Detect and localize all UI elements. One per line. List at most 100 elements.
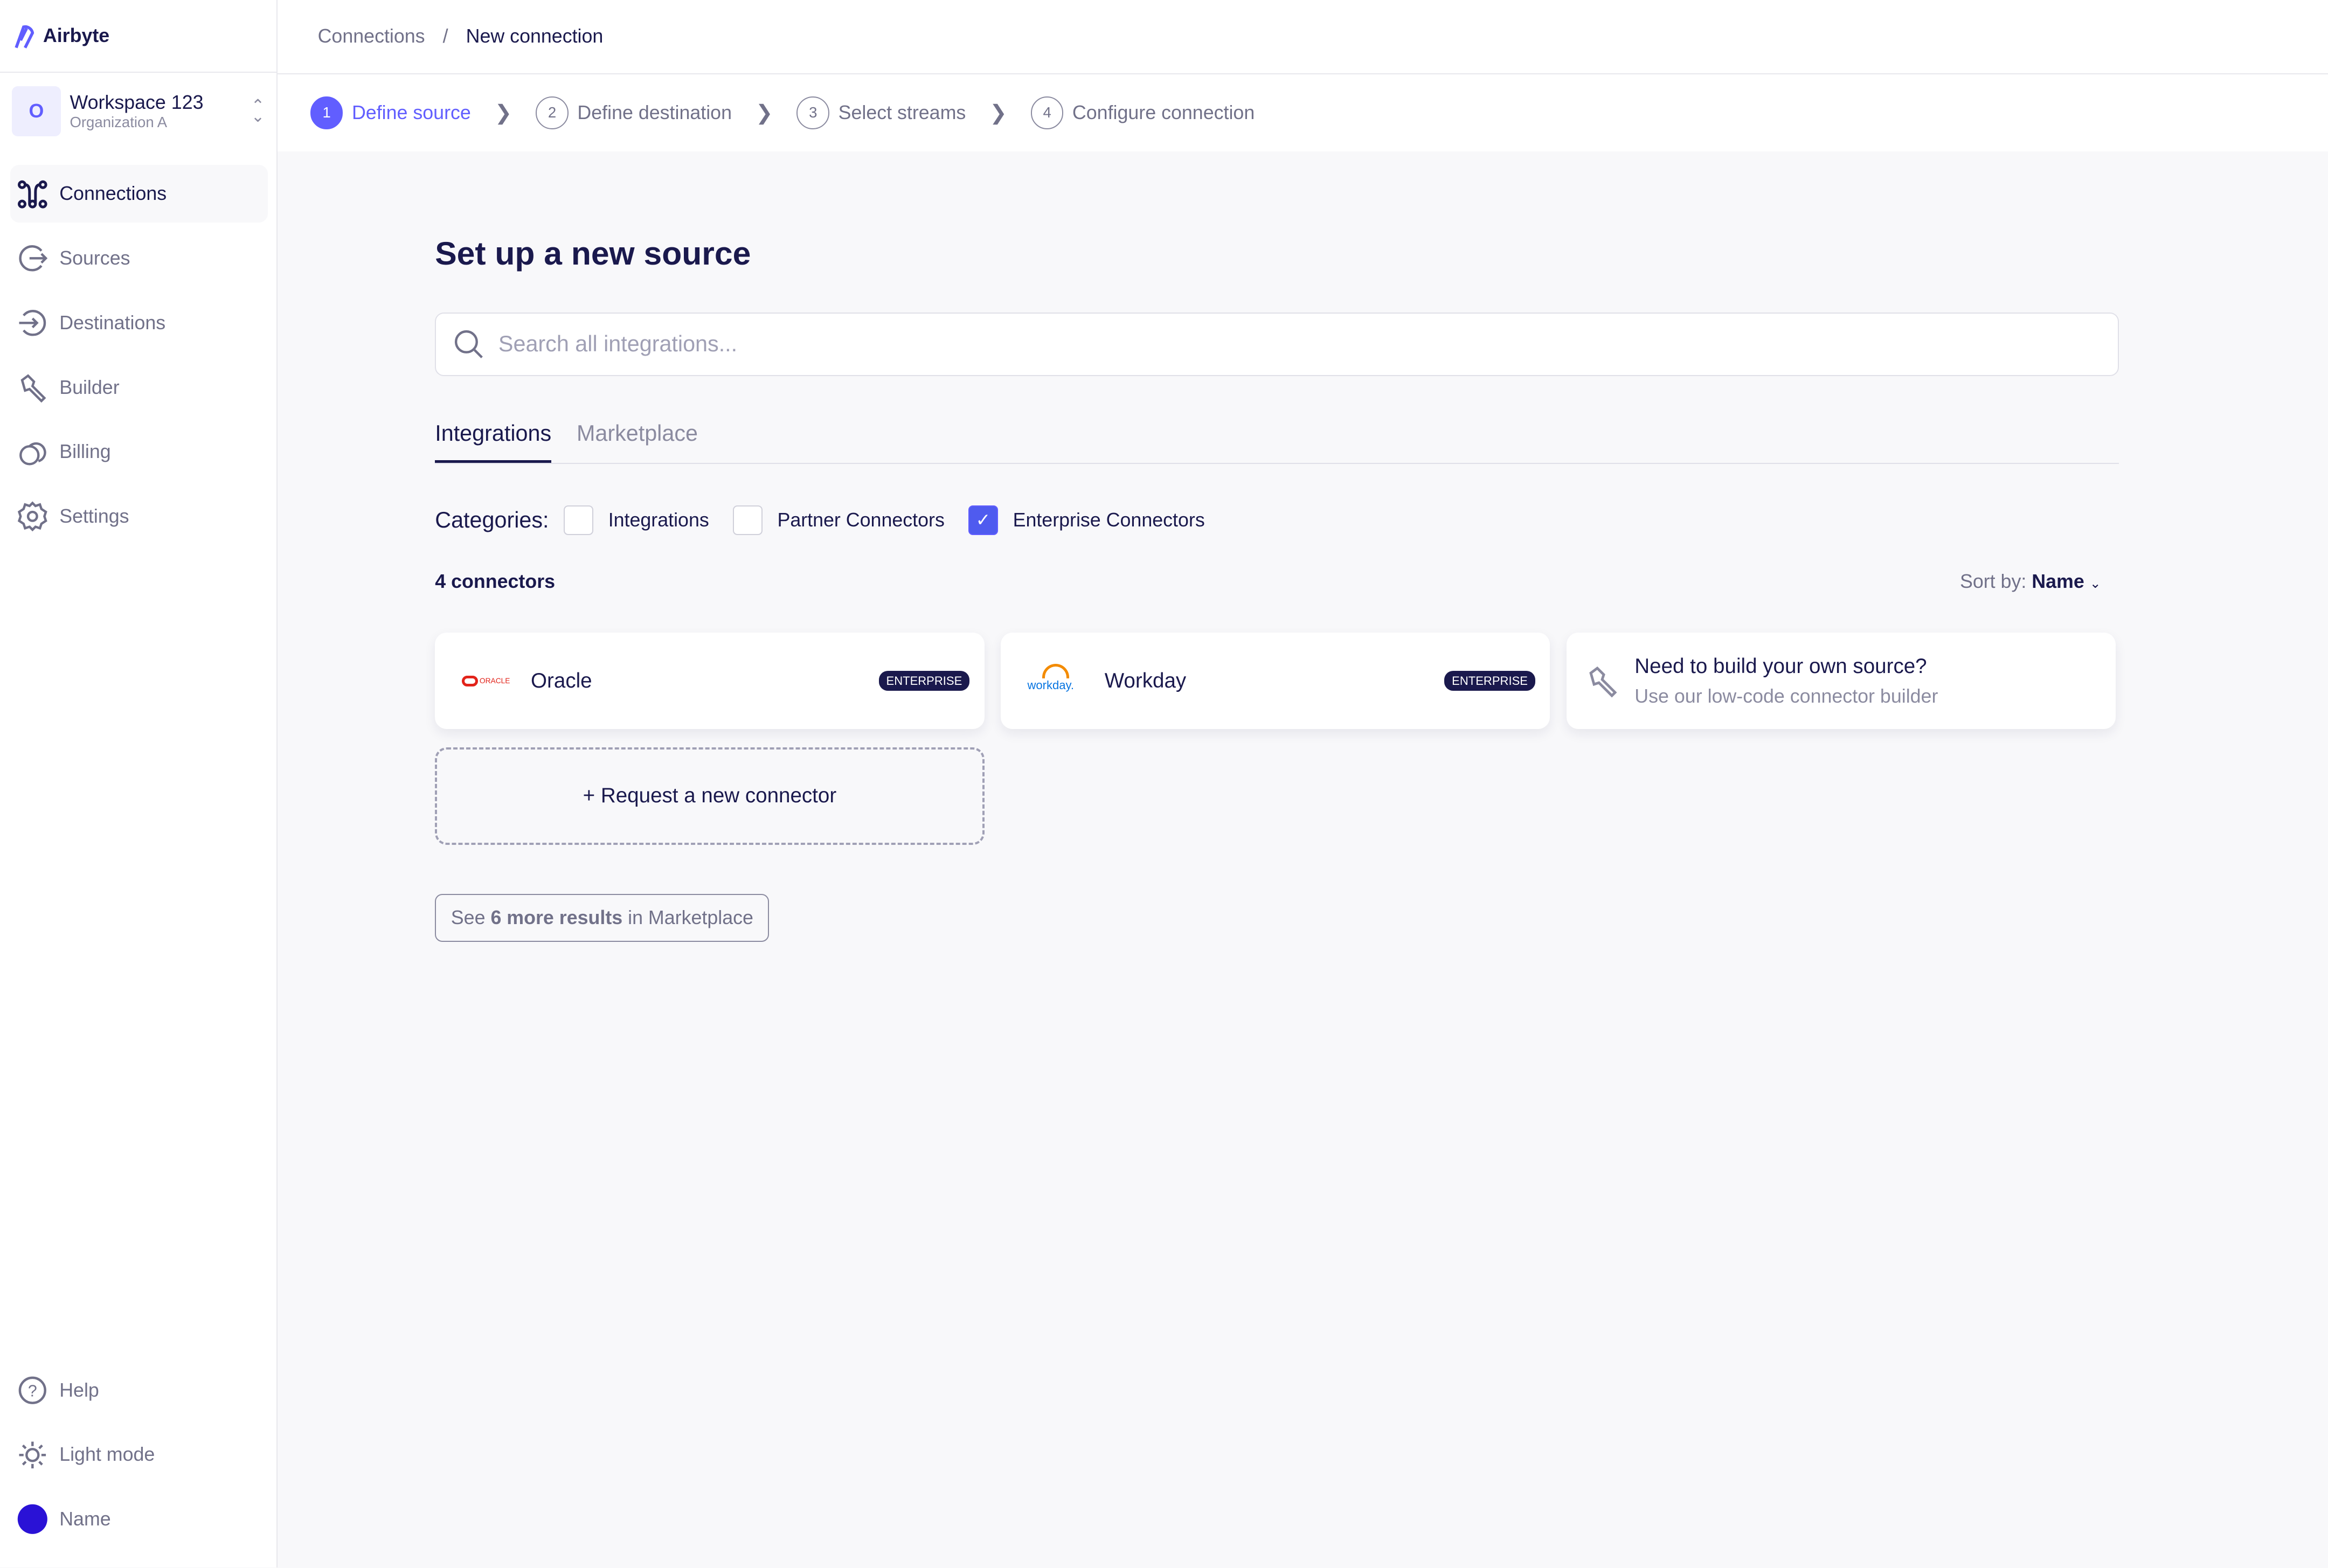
connector-name: Workday: [1104, 669, 1187, 692]
chevron-down-icon: ⌄: [2089, 577, 2101, 592]
nav-label: Settings: [59, 505, 129, 528]
nav-label: Light mode: [59, 1444, 155, 1466]
results-header: 4 connectors Sort by: Name ⌄: [435, 571, 2118, 593]
page-title: Set up a new source: [435, 235, 751, 272]
organization-name: Organization A: [70, 114, 168, 131]
sidebar-item-sources[interactable]: Sources: [10, 230, 267, 287]
airbyte-logo[interactable]: Airbyte: [0, 0, 277, 73]
builder-title: Need to build your own source?: [1634, 654, 1927, 678]
checkbox-enterprise-connectors[interactable]: ✓: [968, 505, 999, 535]
avatar: [18, 1504, 48, 1535]
marketplace-results-button[interactable]: See 6 more results in Marketplace: [435, 894, 770, 942]
step-number: 1: [310, 96, 343, 129]
checkbox-label[interactable]: Partner Connectors: [777, 509, 944, 531]
category-filters: Categories: Integrations Partner Connect…: [435, 505, 2118, 535]
breadcrumb-current: New connection: [466, 25, 604, 47]
connector-grid: ORACLE Oracle ENTERPRISE workday. Workda…: [435, 633, 2118, 845]
sort-value: Name: [2032, 571, 2084, 593]
chevron-right-icon: ❯: [756, 101, 773, 124]
nav-label: Builder: [59, 376, 120, 398]
request-connector-button[interactable]: + Request a new connector: [435, 747, 985, 845]
checkbox-label[interactable]: Integrations: [608, 509, 709, 531]
step-select-streams: 3 Select streams: [796, 96, 966, 129]
tab-marketplace[interactable]: Marketplace: [577, 421, 698, 463]
builder-subtitle: Use our low-code connector builder: [1634, 685, 1938, 707]
search-icon: [455, 330, 483, 359]
search-placeholder: Search all integrations...: [498, 331, 738, 357]
more-post: in Marketplace: [628, 907, 753, 929]
nav-label: Name: [59, 1508, 111, 1530]
stepper: 1 Define source ❯ 2 Define destination ❯ 3…: [278, 74, 2328, 151]
sidebar-item-light-mode[interactable]: Light mode: [10, 1426, 267, 1483]
nav-label: Sources: [59, 247, 130, 269]
oracle-logo: ORACLE: [461, 676, 510, 686]
sidebar-item-user[interactable]: Name: [10, 1490, 267, 1548]
workspace-name: Workspace 123: [70, 92, 204, 114]
airbyte-logo-icon: [15, 25, 34, 48]
more-pre: See: [451, 907, 486, 929]
app-name: Airbyte: [43, 24, 110, 46]
step-define-source: 1 Define source: [310, 96, 471, 129]
step-label: Define destination: [577, 101, 732, 123]
connector-name: Oracle: [531, 669, 592, 692]
sidebar-bottom: ? Help Light mode Name: [10, 1361, 267, 1555]
step-label: Configure connection: [1072, 101, 1255, 123]
connector-count: 4 connectors: [435, 571, 556, 593]
nav-label: Help: [59, 1379, 99, 1401]
step-number: 3: [796, 96, 830, 129]
connections-icon: [18, 181, 47, 209]
sidebar-item-settings[interactable]: Settings: [10, 488, 267, 545]
connector-builder-card[interactable]: Need to build your own source? Use our lo…: [1566, 633, 2116, 730]
tabs: Integrations Marketplace: [435, 421, 2119, 464]
enterprise-badge: ENTERPRISE: [1444, 671, 1535, 691]
breadcrumb-connections[interactable]: Connections: [318, 25, 425, 47]
categories-label: Categories:: [435, 507, 549, 532]
workday-logo: workday.: [1027, 663, 1084, 693]
main-content: Set up a new source Search all integrati…: [435, 151, 2119, 942]
step-label: Select streams: [838, 101, 966, 123]
step-number: 4: [1030, 96, 1064, 129]
nav-label: Billing: [59, 441, 111, 463]
sort-dropdown[interactable]: Sort by: Name ⌄: [1960, 571, 2101, 593]
step-label: Define source: [351, 101, 471, 123]
workspace-avatar: O: [12, 86, 61, 137]
search-input[interactable]: Search all integrations...: [435, 312, 2119, 377]
sidebar-item-builder[interactable]: Builder: [10, 358, 267, 416]
help-icon: ?: [18, 1376, 47, 1404]
chevron-right-icon: ❯: [494, 101, 512, 124]
sidebar-item-help[interactable]: ? Help: [10, 1361, 267, 1419]
sidebar-item-billing[interactable]: Billing: [10, 423, 267, 481]
chevron-right-icon: ❯: [989, 101, 1007, 124]
sidebar: Airbyte O Workspace 123 Organization A ⌃ ⌄…: [0, 0, 278, 1568]
sort-label: Sort by:: [1959, 571, 2027, 593]
nav-label: Connections: [59, 183, 167, 205]
sidebar-item-connections[interactable]: Connections: [10, 164, 268, 223]
gear-icon: [18, 501, 48, 532]
connector-card-workday[interactable]: workday. Workday ENTERPRISE: [1000, 633, 1550, 730]
sources-icon: [19, 245, 48, 272]
sidebar-item-destinations[interactable]: Destinations: [10, 294, 267, 351]
wrench-icon: [1589, 666, 1617, 698]
step-define-destination: 2 Define destination: [536, 96, 732, 129]
breadcrumb: Connections / New connection: [278, 0, 2328, 74]
connector-card-oracle[interactable]: ORACLE Oracle ENTERPRISE: [435, 633, 985, 730]
svg-text:?: ?: [28, 1382, 37, 1400]
check-icon: ✓: [975, 510, 991, 531]
chevron-up-down-icon: ⌃ ⌄: [251, 97, 265, 126]
tab-integrations[interactable]: Integrations: [435, 421, 552, 463]
more-count: 6 more results: [490, 907, 623, 929]
destinations-icon: [19, 309, 46, 336]
wrench-icon: [20, 374, 46, 403]
nav-label: Destinations: [59, 311, 166, 334]
checkbox-partner-connectors[interactable]: [732, 505, 763, 535]
breadcrumb-separator: /: [442, 25, 448, 47]
checkbox-integrations[interactable]: [564, 505, 594, 535]
workspace-switcher[interactable]: O Workspace 123 Organization A ⌃ ⌄: [12, 85, 265, 138]
sun-icon: [19, 1441, 46, 1468]
enterprise-badge: ENTERPRISE: [878, 671, 970, 691]
step-number: 2: [536, 96, 569, 129]
billing-icon: [19, 442, 46, 466]
sidebar-nav: Connections Sources Destinations Builder…: [10, 164, 268, 552]
step-configure-connection: 4 Configure connection: [1030, 96, 1255, 129]
checkbox-label[interactable]: Enterprise Connectors: [1013, 509, 1205, 531]
